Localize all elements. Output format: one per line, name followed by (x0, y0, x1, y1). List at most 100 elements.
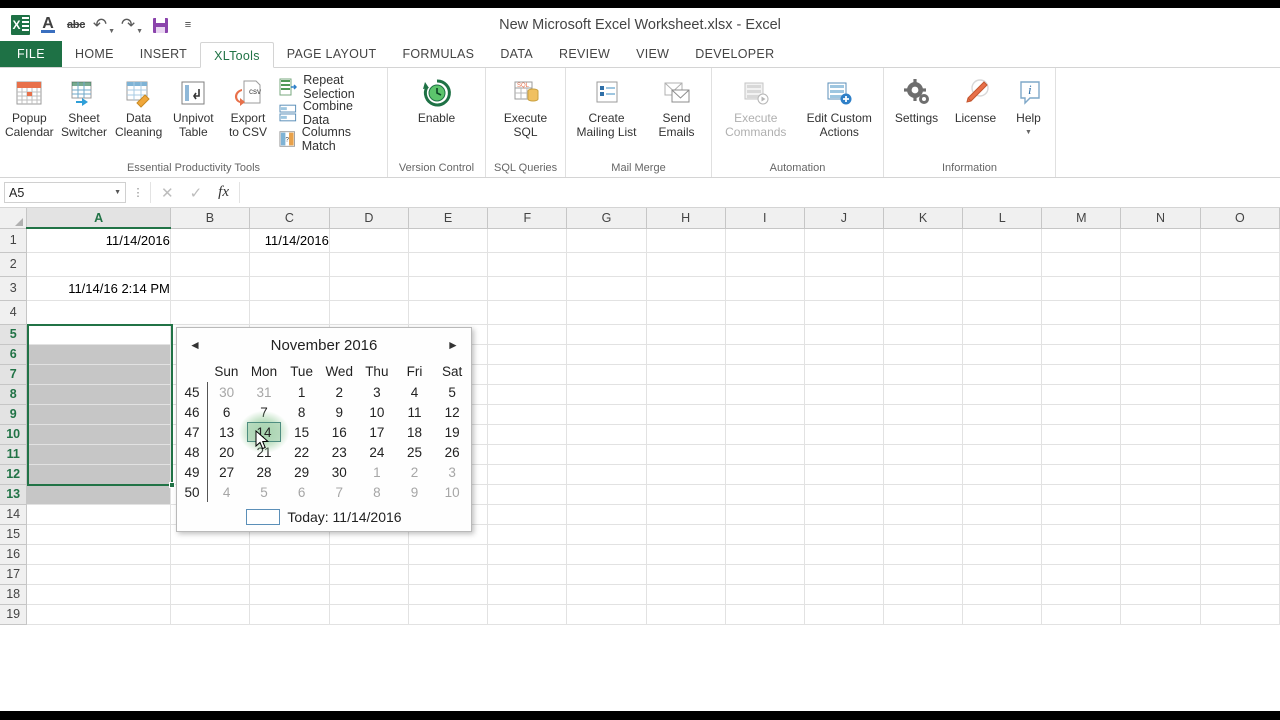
cell-H9[interactable] (646, 404, 726, 425)
cell-J7[interactable] (804, 364, 884, 385)
strikethrough-icon[interactable]: abc (62, 12, 90, 38)
cell-G6[interactable] (566, 344, 647, 365)
cell-I7[interactable] (725, 364, 805, 385)
cell-I4[interactable] (725, 300, 805, 325)
calendar-day[interactable]: 27 (208, 462, 246, 482)
cell-D16[interactable] (329, 544, 410, 565)
cell-L7[interactable] (962, 364, 1043, 385)
row-header-7[interactable]: 7 (0, 364, 28, 385)
cell-J11[interactable] (804, 444, 884, 465)
excel-logo-icon[interactable] (6, 12, 34, 38)
formula-bar-handle[interactable]: ⋮ (126, 186, 150, 199)
cell-J14[interactable] (804, 504, 884, 525)
calendar-next-month-icon[interactable]: ► (445, 338, 461, 352)
column-header-C[interactable]: C (249, 208, 330, 229)
cell-L3[interactable] (962, 276, 1043, 301)
column-header-G[interactable]: G (566, 208, 647, 229)
row-header-12[interactable]: 12 (0, 464, 28, 485)
cell-D17[interactable] (329, 564, 410, 585)
calendar-day[interactable]: 19 (433, 422, 471, 442)
cell-M1[interactable] (1041, 228, 1122, 253)
cell-H16[interactable] (646, 544, 726, 565)
calendar-day[interactable]: 17 (358, 422, 396, 442)
cell-I12[interactable] (725, 464, 805, 485)
cell-O6[interactable] (1200, 344, 1280, 365)
calendar-day[interactable]: 4 (208, 482, 246, 502)
cell-G3[interactable] (566, 276, 647, 301)
cell-M17[interactable] (1041, 564, 1122, 585)
calendar-day[interactable]: 31 (245, 382, 283, 402)
cell-N19[interactable] (1120, 604, 1201, 625)
cell-D4[interactable] (329, 300, 410, 325)
sheet-switcher-button[interactable]: Sheet Switcher (57, 72, 112, 139)
cell-K10[interactable] (883, 424, 964, 445)
cell-J17[interactable] (804, 564, 884, 585)
cell-F1[interactable] (487, 228, 568, 253)
cell-G19[interactable] (566, 604, 647, 625)
row-header-10[interactable]: 10 (0, 424, 28, 445)
cell-B19[interactable] (170, 604, 251, 625)
cell-G14[interactable] (566, 504, 647, 525)
cell-O12[interactable] (1200, 464, 1280, 485)
cell-B18[interactable] (170, 584, 251, 605)
cell-H10[interactable] (646, 424, 726, 445)
cell-O17[interactable] (1200, 564, 1280, 585)
cell-N8[interactable] (1120, 384, 1201, 405)
cell-K13[interactable] (883, 484, 964, 505)
cell-G18[interactable] (566, 584, 647, 605)
cell-M4[interactable] (1041, 300, 1122, 325)
cell-I14[interactable] (725, 504, 805, 525)
cell-A4[interactable] (26, 300, 171, 325)
calendar-day[interactable]: 26 (433, 442, 471, 462)
cell-B1[interactable] (170, 228, 251, 253)
cell-F15[interactable] (487, 524, 568, 545)
row-header-4[interactable]: 4 (0, 300, 28, 325)
cell-G16[interactable] (566, 544, 647, 565)
cell-B16[interactable] (170, 544, 251, 565)
cell-K19[interactable] (883, 604, 964, 625)
column-header-N[interactable]: N (1120, 208, 1201, 229)
cell-F6[interactable] (487, 344, 568, 365)
row-header-18[interactable]: 18 (0, 584, 28, 605)
cell-M9[interactable] (1041, 404, 1122, 425)
edit-custom-actions-button[interactable]: Edit Custom Actions (798, 72, 882, 139)
cell-G8[interactable] (566, 384, 647, 405)
cell-A8[interactable] (26, 384, 171, 405)
cell-J13[interactable] (804, 484, 884, 505)
cell-N11[interactable] (1120, 444, 1201, 465)
column-header-O[interactable]: O (1200, 208, 1280, 229)
cell-M14[interactable] (1041, 504, 1122, 525)
column-header-I[interactable]: I (725, 208, 805, 229)
cell-A19[interactable] (26, 604, 171, 625)
cell-F17[interactable] (487, 564, 568, 585)
calendar-day[interactable]: 16 (320, 422, 358, 442)
selection-fill-handle[interactable] (169, 482, 175, 488)
calendar-day[interactable]: 8 (358, 482, 396, 502)
calendar-day[interactable]: 30 (320, 462, 358, 482)
cell-L9[interactable] (962, 404, 1043, 425)
cell-F19[interactable] (487, 604, 568, 625)
cell-G13[interactable] (566, 484, 647, 505)
cell-L4[interactable] (962, 300, 1043, 325)
cell-K1[interactable] (883, 228, 964, 253)
cell-M18[interactable] (1041, 584, 1122, 605)
cell-K9[interactable] (883, 404, 964, 425)
row-header-19[interactable]: 19 (0, 604, 28, 625)
cell-D18[interactable] (329, 584, 410, 605)
cell-M15[interactable] (1041, 524, 1122, 545)
row-header-17[interactable]: 17 (0, 564, 28, 585)
calendar-day[interactable]: 24 (358, 442, 396, 462)
row-header-3[interactable]: 3 (0, 276, 28, 301)
cell-L13[interactable] (962, 484, 1043, 505)
cell-H6[interactable] (646, 344, 726, 365)
calendar-day[interactable]: 5 (433, 382, 471, 402)
today-swatch-button[interactable] (246, 509, 281, 525)
cell-M7[interactable] (1041, 364, 1122, 385)
cell-H1[interactable] (646, 228, 726, 253)
cell-H3[interactable] (646, 276, 726, 301)
calendar-month-title[interactable]: November 2016 (203, 337, 445, 354)
cell-A11[interactable] (26, 444, 171, 465)
cell-K3[interactable] (883, 276, 964, 301)
cell-I19[interactable] (725, 604, 805, 625)
cell-O10[interactable] (1200, 424, 1280, 445)
